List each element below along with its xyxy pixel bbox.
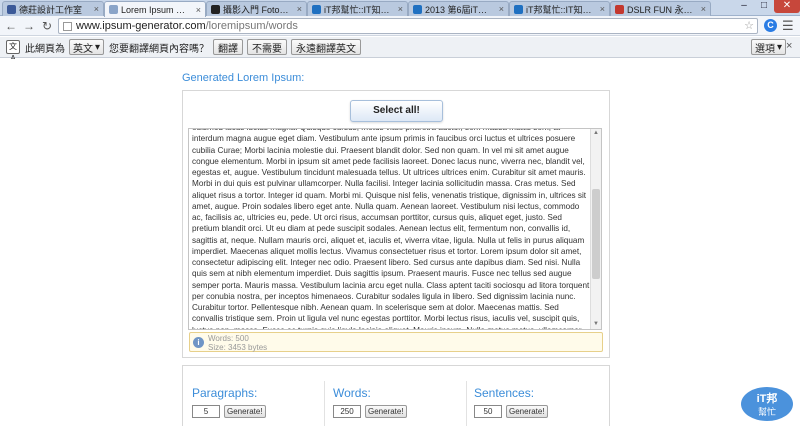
extension-icon[interactable]: C <box>764 19 777 32</box>
page-icon <box>413 4 422 14</box>
translate-button[interactable]: 翻譯 <box>213 39 244 55</box>
language-select[interactable]: 英文 ▾ <box>69 39 105 55</box>
words-title: Words: <box>333 386 371 400</box>
translate-question: 您要翻譯網頁內容嗎？ <box>109 43 210 55</box>
tab-label: iT邦幫忙::IT知識分享社 <box>324 4 393 15</box>
page-icon <box>514 4 523 14</box>
chevron-down-icon: ▾ <box>95 41 101 53</box>
close-icon[interactable]: × <box>701 4 706 14</box>
generate-sentences-button[interactable]: Generate! <box>506 405 548 418</box>
tab-item[interactable]: 2013 第6屆iT邦幫忙鐵 × <box>408 1 509 16</box>
always-translate-button[interactable]: 永遠翻譯英文 <box>291 39 362 55</box>
lorem-text: euismod lacus luctus magna. Quisque curs… <box>192 129 590 330</box>
ithome-watermark-logo: iT邦 幫忙 <box>741 387 793 421</box>
scroll-up-icon[interactable]: ▲ <box>591 129 601 138</box>
sentences-generator: Sentences: 50 Generate! <box>474 386 548 418</box>
page-icon <box>109 5 118 14</box>
close-icon[interactable]: × <box>499 4 504 14</box>
tab-item[interactable]: iT邦幫忙::IT知識分享社 × <box>307 1 408 16</box>
info-icon: i <box>193 337 204 348</box>
paragraphs-generator: Paragraphs: 5 Generate! <box>192 386 266 418</box>
chevron-down-icon: ▾ <box>777 41 783 53</box>
forward-arrow-icon[interactable]: → <box>22 19 36 33</box>
page-heading: Generated Lorem Ipsum: <box>182 72 305 84</box>
sentences-input[interactable]: 50 <box>474 405 502 418</box>
close-icon[interactable]: × <box>786 40 792 52</box>
stats-box: i Words: 500 Size: 3453 bytes <box>189 332 603 352</box>
page-icon <box>211 4 220 14</box>
paragraphs-input[interactable]: 5 <box>192 405 220 418</box>
select-all-button[interactable]: Select all! <box>350 100 443 122</box>
close-icon[interactable]: × <box>94 4 99 14</box>
page-content: Generated Lorem Ipsum: Select all! euism… <box>0 59 800 426</box>
tab-item[interactable]: 德莊設計工作室 × <box>2 1 104 16</box>
close-icon[interactable]: × <box>297 4 302 14</box>
watermark-line1: iT邦 <box>757 391 778 405</box>
divider <box>466 381 467 426</box>
textarea-scrollbar[interactable]: ▲ ▼ <box>590 129 601 329</box>
generate-words-button[interactable]: Generate! <box>365 405 407 418</box>
tab-label: 2013 第6屆iT邦幫忙鐵 <box>425 4 494 15</box>
tab-label: DSLR FUN 永揚網 - 數 <box>627 4 696 15</box>
menu-wrench-icon[interactable]: ☰ <box>782 18 794 34</box>
tab-item-active[interactable]: Lorem Ipsum Genera × <box>104 1 206 17</box>
tab-item[interactable]: iT邦幫忙::IT知識分享 × <box>509 1 610 16</box>
tab-label: 攝影入門 FotoBeginn <box>223 4 292 15</box>
window-close-button[interactable]: ✕ <box>774 0 800 13</box>
maximize-button[interactable]: □ <box>754 0 774 13</box>
bookmark-star-icon[interactable]: ☆ <box>744 19 754 32</box>
back-arrow-icon[interactable]: ← <box>4 19 18 33</box>
words-input[interactable]: 250 <box>333 405 361 418</box>
options-label: 選項 <box>755 43 775 55</box>
browser-toolbar: ← → ↻ www.ipsum-generator.com/loremipsum… <box>0 16 800 36</box>
generate-paragraphs-button[interactable]: Generate! <box>224 405 266 418</box>
tab-strip: 德莊設計工作室 × Lorem Ipsum Genera × 攝影入門 Foto… <box>0 0 800 17</box>
options-button[interactable]: 選項 ▾ <box>751 39 787 55</box>
no-translate-button[interactable]: 不需要 <box>247 39 288 55</box>
language-value: 英文 <box>73 43 93 55</box>
page-icon <box>312 4 321 14</box>
tab-item[interactable]: DSLR FUN 永揚網 - 數 × <box>610 1 711 16</box>
tab-item[interactable]: 攝影入門 FotoBeginn × <box>206 1 307 16</box>
tab-label: 德莊設計工作室 <box>19 4 83 15</box>
translate-bar: 文A 此網頁為 英文 ▾ 您要翻譯網頁內容嗎？ 翻譯 不需要 永遠翻譯英文 選項… <box>0 37 800 63</box>
generator-panel: Paragraphs: 5 Generate! Words: 250 Gener… <box>182 365 610 426</box>
watermark-line2: 幫忙 <box>758 406 776 417</box>
byte-size: Size: 3453 bytes <box>208 343 268 352</box>
paragraphs-title: Paragraphs: <box>192 386 258 400</box>
address-bar[interactable]: www.ipsum-generator.com/loremipsum/words… <box>58 18 758 34</box>
page-icon <box>63 21 72 31</box>
url-path: /loremipsum/words <box>205 20 298 32</box>
translate-icon: 文A <box>6 40 20 63</box>
scroll-down-icon[interactable]: ▼ <box>591 320 601 329</box>
output-panel: Select all! euismod lacus luctus magna. … <box>182 90 610 358</box>
close-icon[interactable]: × <box>196 5 201 15</box>
page-icon <box>615 4 624 14</box>
word-count: Words: 500 <box>208 334 249 343</box>
divider <box>324 381 325 426</box>
tab-label: iT邦幫忙::IT知識分享 <box>526 4 595 15</box>
tab-label: Lorem Ipsum Genera <box>121 4 191 15</box>
close-icon[interactable]: × <box>398 4 403 14</box>
minimize-button[interactable]: – <box>734 0 754 13</box>
scroll-thumb[interactable] <box>592 189 600 279</box>
close-icon[interactable]: × <box>600 4 605 14</box>
words-generator: Words: 250 Generate! <box>333 386 407 418</box>
facebook-icon <box>7 4 16 14</box>
translate-prefix: 此網頁為 <box>25 43 65 55</box>
reload-icon[interactable]: ↻ <box>40 19 54 33</box>
url-host: www.ipsum-generator.com <box>76 20 206 32</box>
sentences-title: Sentences: <box>474 386 535 400</box>
lorem-textarea[interactable]: euismod lacus luctus magna. Quisque curs… <box>188 128 602 330</box>
